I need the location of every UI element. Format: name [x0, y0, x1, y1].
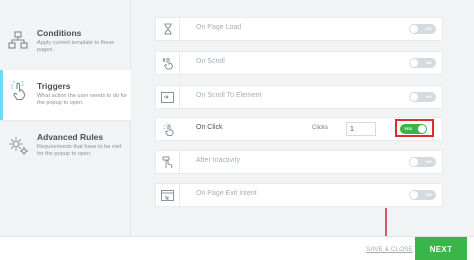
gears-icon — [8, 135, 30, 157]
sitemap-icon — [8, 30, 30, 52]
sidebar-item-triggers[interactable]: Triggers What action the user needs to d… — [0, 70, 131, 120]
toggle-knob — [410, 59, 418, 67]
trigger-row-on-page-exit-intent: On Page Exit Intent NO — [155, 183, 443, 207]
click-icon — [156, 118, 180, 140]
sidebar-item-description: Requirements that have to be met for the… — [37, 144, 122, 157]
toggle-text: NO — [426, 159, 432, 164]
sidebar-item-title: Advanced Rules — [37, 132, 104, 142]
hourglass-icon — [156, 18, 180, 40]
sidebar-item-description: What action the user needs to do for the… — [37, 93, 128, 106]
hand-click-icon — [8, 80, 30, 102]
inactivity-icon — [156, 151, 180, 173]
trigger-toggle[interactable]: NO — [409, 24, 436, 34]
exit-intent-icon — [156, 184, 180, 206]
trigger-toggle[interactable]: NO — [409, 190, 436, 200]
trigger-label: On Scroll To Element — [196, 92, 262, 99]
toggle-text: NO — [426, 192, 432, 197]
toggle-text: YES — [404, 126, 413, 131]
trigger-label: On Click — [196, 124, 223, 131]
trigger-toggle[interactable]: NO — [409, 58, 436, 68]
toggle-knob — [410, 191, 418, 199]
sidebar-item-title: Triggers — [37, 81, 71, 91]
save-close-link[interactable]: SAVE & CLOSE — [366, 246, 413, 253]
toggle-knob — [410, 158, 418, 166]
toggle-knob — [410, 25, 418, 33]
toggle-knob — [418, 125, 426, 133]
trigger-toggle[interactable]: NO — [409, 92, 436, 102]
trigger-row-on-scroll: On Scroll NO — [155, 51, 443, 75]
scroll-hand-icon — [156, 52, 180, 74]
trigger-row-on-click: On Click Clicks YES — [155, 117, 443, 141]
sidebar: Conditions Apply current template to the… — [0, 0, 131, 236]
toggle-knob — [410, 93, 418, 101]
footer-bar: SAVE & CLOSE NEXT — [0, 236, 474, 260]
triggers-panel: On Page Load NO On Scroll NO On Scroll T… — [131, 0, 474, 236]
trigger-toggle[interactable]: YES — [400, 124, 427, 134]
trigger-row-on-page-load: On Page Load NO — [155, 17, 443, 41]
trigger-label: On Scroll — [196, 58, 225, 65]
toggle-text: NO — [426, 26, 432, 31]
clicks-input[interactable] — [346, 122, 376, 136]
trigger-row-on-scroll-to-element: On Scroll To Element NO — [155, 85, 443, 109]
toggle-text: NO — [426, 60, 432, 65]
sidebar-item-conditions[interactable]: Conditions Apply current template to the… — [0, 22, 131, 62]
trigger-label: After Inactivity — [196, 157, 240, 164]
sidebar-item-advanced-rules[interactable]: Advanced Rules Requirements that have to… — [0, 128, 131, 168]
trigger-row-after-inactivity: After Inactivity NO — [155, 150, 443, 174]
trigger-label: On Page Load — [196, 24, 242, 31]
next-button[interactable]: NEXT — [415, 237, 467, 260]
trigger-toggle[interactable]: NO — [409, 157, 436, 167]
sidebar-item-description: Apply current template to these pages. — [37, 40, 115, 53]
trigger-label: On Page Exit Intent — [196, 190, 257, 197]
sidebar-item-title: Conditions — [37, 28, 82, 38]
scroll-element-icon — [156, 86, 180, 108]
toggle-text: NO — [426, 94, 432, 99]
clicks-label: Clicks — [312, 125, 328, 131]
